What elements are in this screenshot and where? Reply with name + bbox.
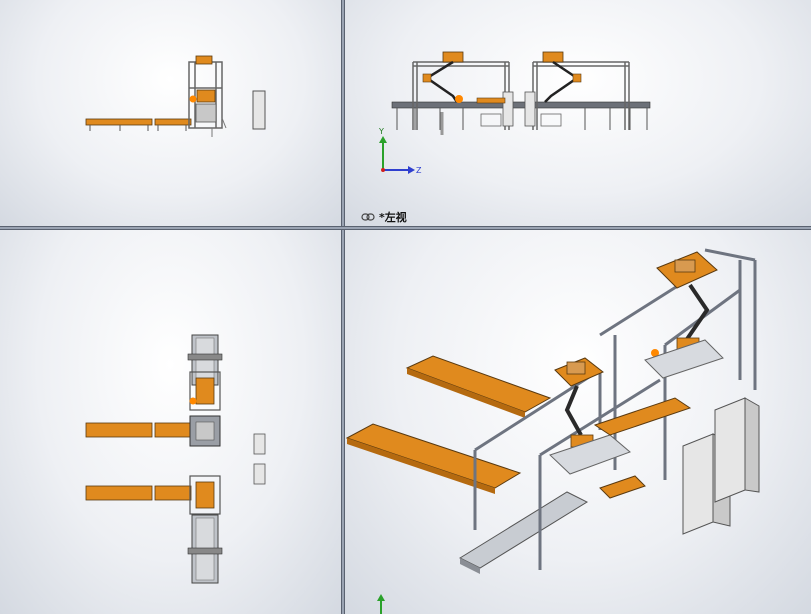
viewport-front[interactable] (0, 0, 341, 226)
triad-z-label: Z (416, 166, 422, 175)
link-views-icon[interactable] (361, 213, 375, 221)
left-view-model: Y Z (378, 51, 651, 175)
viewport-isometric[interactable] (345, 230, 811, 614)
axis-triad-icon (379, 136, 415, 174)
isometric-model (345, 248, 760, 614)
front-view-model (85, 55, 266, 137)
triad-y-label: Y (378, 127, 384, 136)
top-view-model (85, 334, 266, 584)
viewport-left-view[interactable]: Y Z *左视 (345, 0, 811, 226)
view-name-text: *左视 (379, 211, 407, 224)
view-orientation-label[interactable]: *左视 (361, 209, 407, 225)
viewport-top-view[interactable] (0, 230, 341, 614)
